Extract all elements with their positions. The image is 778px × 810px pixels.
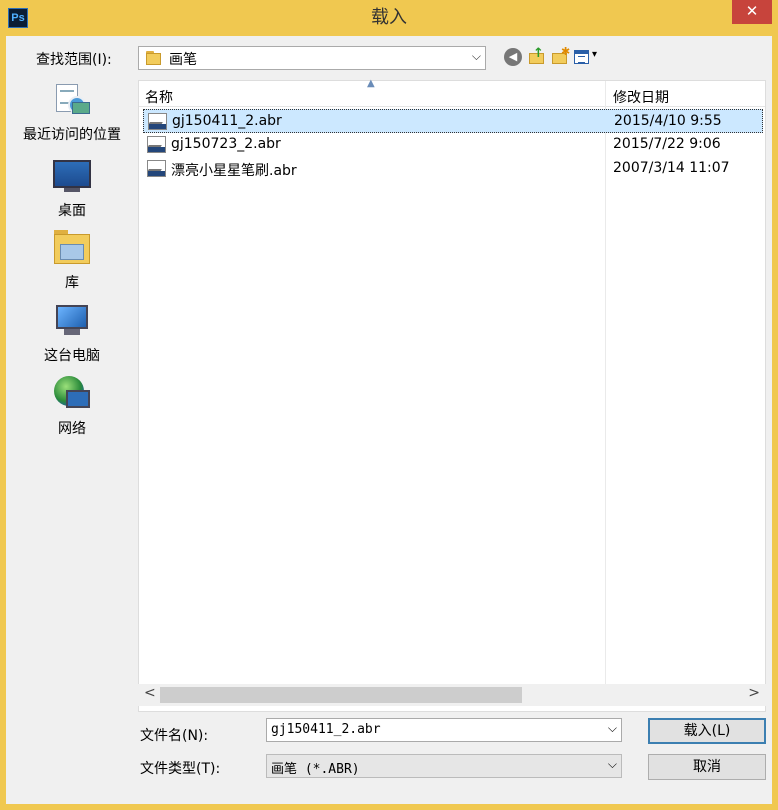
- filename-label: 文件名(N):: [140, 728, 209, 744]
- new-folder-icon[interactable]: ✱: [551, 45, 570, 66]
- recent-places-icon: [52, 82, 92, 120]
- file-list[interactable]: ▲ 名称 修改日期 gj150411_2.abr 2015/4/10 9:55 …: [138, 78, 766, 712]
- brush-file-icon: [147, 160, 166, 177]
- file-date: 2007/3/14 11:07: [613, 160, 730, 176]
- chevron-down-icon[interactable]: ⌵: [608, 757, 617, 772]
- filename-input[interactable]: gj150411_2.abr ⌵: [266, 718, 622, 742]
- look-in-value: 画笔: [169, 52, 197, 68]
- file-row[interactable]: gj150411_2.abr 2015/4/10 9:55: [143, 109, 763, 133]
- place-label: 这台电脑: [44, 348, 100, 364]
- dialog-body: 查找范围(I): 画笔 ⌵ ◀ ↑ ✱ ▾ 最近访问的位置 桌面 库 这台电脑 …: [6, 36, 772, 804]
- scroll-right-icon[interactable]: >: [748, 685, 760, 701]
- column-date-modified[interactable]: 修改日期: [613, 87, 669, 107]
- filetype-label: 文件类型(T):: [140, 761, 221, 777]
- column-name[interactable]: 名称: [145, 87, 173, 107]
- places-bar: 最近访问的位置 桌面 库 这台电脑 网络: [6, 80, 138, 800]
- network-icon: [52, 376, 92, 414]
- look-in-dropdown[interactable]: 画笔 ⌵: [138, 46, 486, 70]
- file-row[interactable]: 漂亮小星星笔刷.abr 2007/3/14 11:07: [143, 157, 763, 181]
- view-menu-icon[interactable]: ▾: [574, 48, 604, 66]
- file-name: gj150411_2.abr: [172, 113, 282, 129]
- dialog-title: 载入: [371, 7, 407, 28]
- file-name: gj150723_2.abr: [171, 136, 281, 152]
- place-label: 库: [65, 275, 79, 291]
- this-pc-icon: [52, 303, 92, 341]
- library-icon: [52, 230, 92, 268]
- horizontal-scrollbar[interactable]: < >: [138, 684, 766, 706]
- place-label: 最近访问的位置: [23, 127, 121, 143]
- load-button[interactable]: 载入(L): [648, 718, 766, 744]
- filetype-select[interactable]: 画笔 (*.ABR) ⌵: [266, 754, 622, 778]
- place-recent[interactable]: 最近访问的位置: [6, 82, 138, 152]
- filetype-value: 画笔 (*.ABR): [271, 762, 360, 777]
- chevron-down-icon[interactable]: ⌵: [608, 721, 617, 736]
- place-label: 网络: [58, 421, 86, 437]
- chevron-down-icon[interactable]: ⌵: [472, 49, 481, 64]
- file-date: 2015/4/10 9:55: [614, 113, 722, 129]
- scroll-left-icon[interactable]: <: [144, 685, 156, 701]
- brush-file-icon: [148, 113, 167, 130]
- close-button[interactable]: ✕: [732, 0, 772, 24]
- place-label: 桌面: [58, 203, 86, 219]
- desktop-icon: [52, 158, 92, 196]
- file-name: 漂亮小星星笔刷.abr: [171, 163, 297, 179]
- title-bar[interactable]: Ps 载入 ✕: [0, 0, 778, 36]
- sort-ascending-icon: ▲: [367, 78, 375, 89]
- cancel-button[interactable]: 取消: [648, 754, 766, 780]
- back-arrow-icon[interactable]: ◀: [504, 48, 522, 66]
- load-dialog: Ps 载入 ✕ 查找范围(I): 画笔 ⌵ ◀ ↑ ✱ ▾ 最近访问的位置 桌面…: [0, 0, 778, 810]
- column-header: ▲ 名称 修改日期: [139, 78, 765, 107]
- file-date: 2015/7/22 9:06: [613, 136, 721, 152]
- filename-value: gj150411_2.abr: [271, 722, 381, 737]
- scrollbar-thumb[interactable]: [160, 687, 522, 703]
- place-desktop[interactable]: 桌面: [6, 158, 138, 228]
- place-library[interactable]: 库: [6, 230, 138, 300]
- look-in-label: 查找范围(I):: [36, 52, 112, 68]
- up-folder-icon[interactable]: ↑: [528, 46, 546, 66]
- folder-icon: [146, 51, 161, 65]
- place-network[interactable]: 网络: [6, 376, 138, 446]
- file-row[interactable]: gj150723_2.abr 2015/7/22 9:06: [143, 133, 763, 157]
- place-this-pc[interactable]: 这台电脑: [6, 303, 138, 373]
- brush-file-icon: [147, 136, 166, 153]
